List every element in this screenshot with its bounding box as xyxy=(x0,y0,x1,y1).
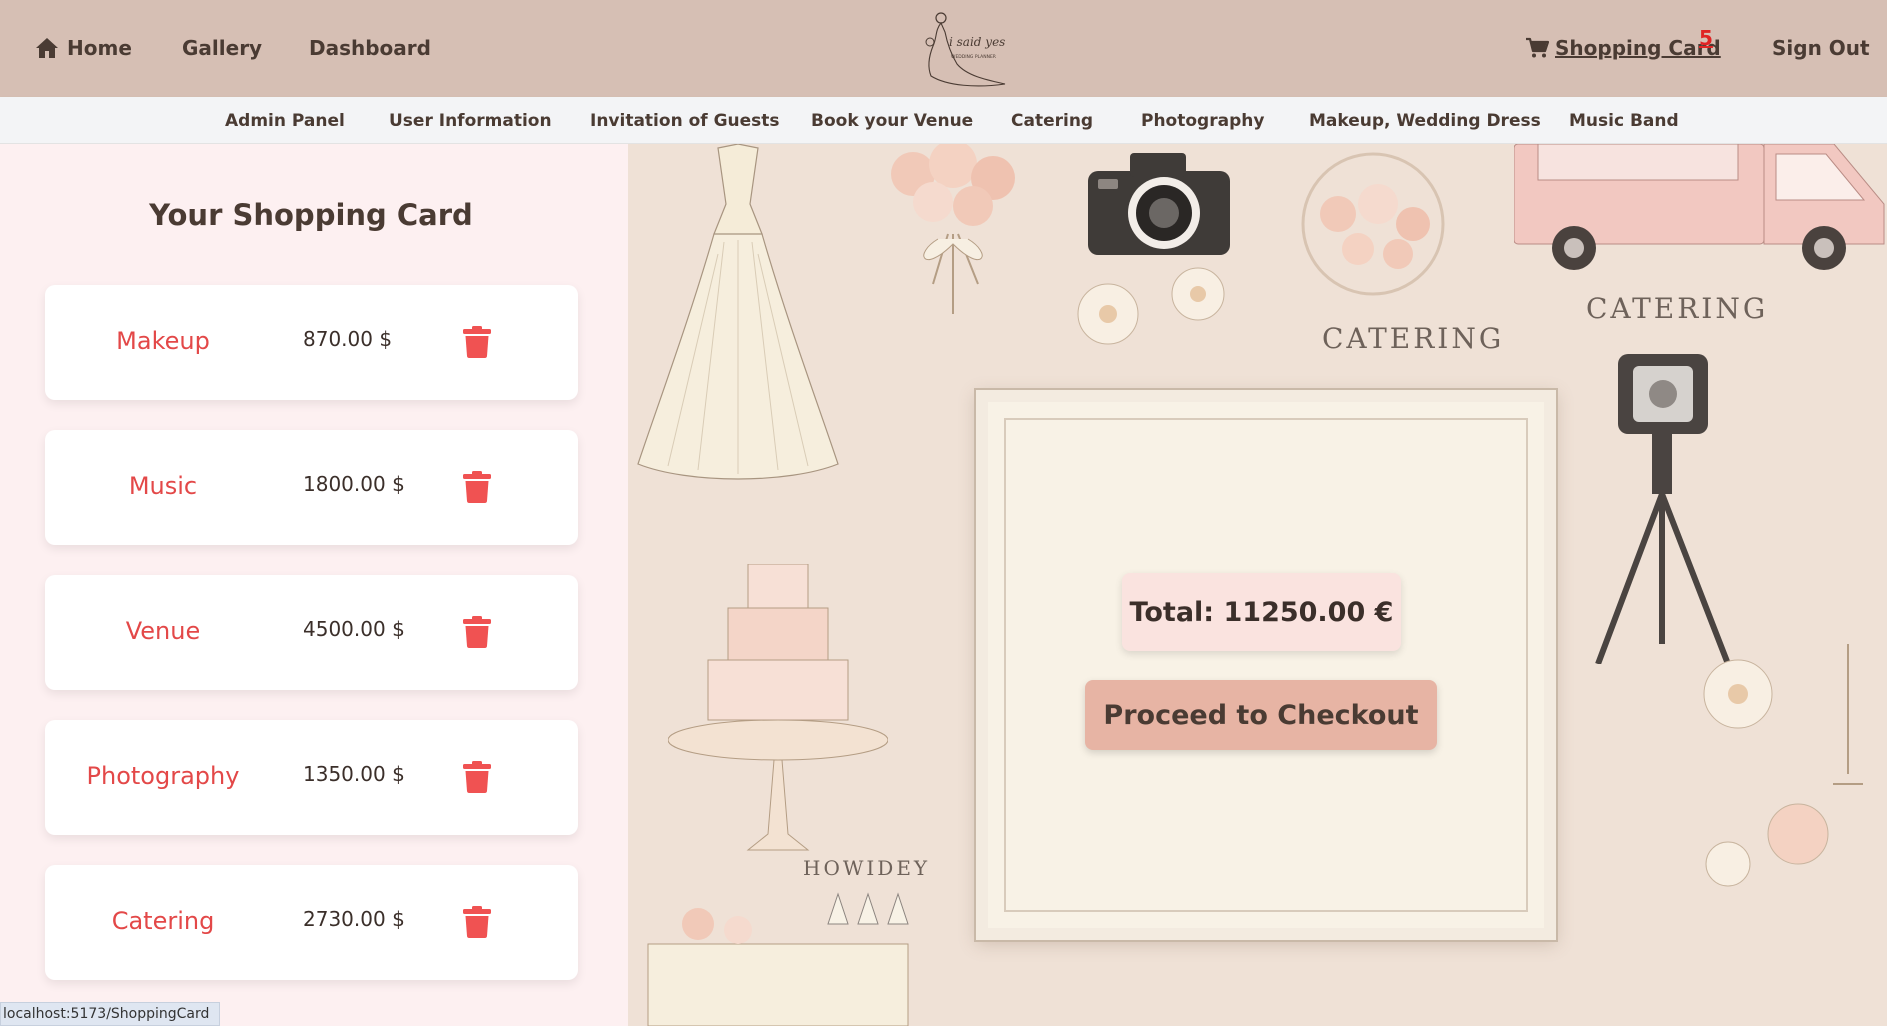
top-navbar: Home Gallery Dashboard i said yes WEDDIN… xyxy=(0,0,1887,97)
logo-text: i said yes xyxy=(949,35,1005,49)
home-link[interactable]: Home xyxy=(35,36,132,60)
proceed-to-checkout-button[interactable]: Proceed to Checkout xyxy=(1085,680,1437,750)
subnav-music-band[interactable]: Music Band xyxy=(1569,111,1679,131)
cart-item-catering: Catering 2730.00 $ xyxy=(45,865,578,980)
gallery-link[interactable]: Gallery xyxy=(182,36,262,60)
trash-icon[interactable] xyxy=(463,471,491,503)
catering-truck-illustration xyxy=(1514,144,1885,270)
dashboard-link[interactable]: Dashboard xyxy=(309,36,431,60)
sign-out-link[interactable]: Sign Out xyxy=(1772,36,1870,60)
trash-icon[interactable] xyxy=(463,616,491,648)
cart-item-price: 870.00 $ xyxy=(303,327,393,351)
camera-illustration xyxy=(1088,153,1230,255)
cart-item-name: Makeup xyxy=(116,327,210,355)
logo-subtext: WEDDING PLANNER xyxy=(951,54,996,60)
subnav-user-information[interactable]: User Information xyxy=(389,111,552,131)
secondary-navbar: Admin Panel User Information Invitation … xyxy=(0,97,1887,144)
home-label: Home xyxy=(67,36,132,60)
page-title: Your Shopping Card xyxy=(149,198,473,232)
shopping-cart-link[interactable]: Shopping Card xyxy=(1525,36,1721,60)
subnav-photography[interactable]: Photography xyxy=(1141,111,1264,131)
trash-icon[interactable] xyxy=(463,326,491,358)
cart-item-name: Catering xyxy=(111,907,215,935)
wedding-cake-illustration xyxy=(668,564,888,851)
trash-icon[interactable] xyxy=(463,761,491,793)
subnav-makeup-wedding-dress[interactable]: Makeup, Wedding Dress xyxy=(1309,111,1541,131)
dessert-table-illustration xyxy=(647,892,909,1026)
cart-item-price: 1350.00 $ xyxy=(303,762,405,786)
cart-item-music: Music 1800.00 $ xyxy=(45,430,578,545)
flower-bouquet-illustration xyxy=(891,144,1015,314)
flowers-illustration xyxy=(1077,267,1225,345)
cart-item-price: 2730.00 $ xyxy=(303,907,405,931)
subnav-admin-panel[interactable]: Admin Panel xyxy=(225,111,345,131)
summary-frame xyxy=(974,388,1558,942)
home-icon xyxy=(36,38,58,58)
checkout-panel: CATERING CATERING HOWIDEY Total: 11250.0… xyxy=(628,144,1887,1026)
shopping-cart-panel: Your Shopping Card Makeup 870.00 $ Music… xyxy=(0,144,628,1026)
status-bar-url: localhost:5173/ShoppingCard xyxy=(0,1002,221,1026)
tripod-camera-illustration xyxy=(1595,354,1731,664)
subnav-book-your-venue[interactable]: Book your Venue xyxy=(811,111,973,131)
cart-item-price: 4500.00 $ xyxy=(303,617,405,641)
order-total: Total: 11250.00 € xyxy=(1122,573,1401,651)
subnav-invitation-of-guests[interactable]: Invitation of Guests xyxy=(590,111,780,131)
cart-item-photography: Photography 1350.00 $ xyxy=(45,720,578,835)
cart-item-makeup: Makeup 870.00 $ xyxy=(45,285,578,400)
cart-item-name: Music xyxy=(128,472,198,500)
flower-arrangement-illustration xyxy=(1301,152,1445,296)
wedding-dress-illustration xyxy=(637,144,839,480)
catering-background-text: CATERING xyxy=(1322,322,1505,355)
cart-item-name: Venue xyxy=(125,617,201,645)
cart-item-price: 1800.00 $ xyxy=(303,472,405,496)
trash-icon[interactable] xyxy=(463,906,491,938)
shopping-cart-label: Shopping Card xyxy=(1555,36,1721,60)
cart-item-name: Photography xyxy=(86,762,240,790)
cart-item-venue: Venue 4500.00 $ xyxy=(45,575,578,690)
shopping-cart-icon xyxy=(1526,37,1549,58)
right-flowers-illustration xyxy=(1703,644,1863,887)
catering-background-text-2: CATERING xyxy=(1586,292,1769,325)
subnav-catering[interactable]: Catering xyxy=(1011,111,1093,131)
cart-count-badge: 5 xyxy=(1699,26,1713,50)
brand-logo[interactable]: i said yes WEDDING PLANNER xyxy=(917,6,1013,92)
